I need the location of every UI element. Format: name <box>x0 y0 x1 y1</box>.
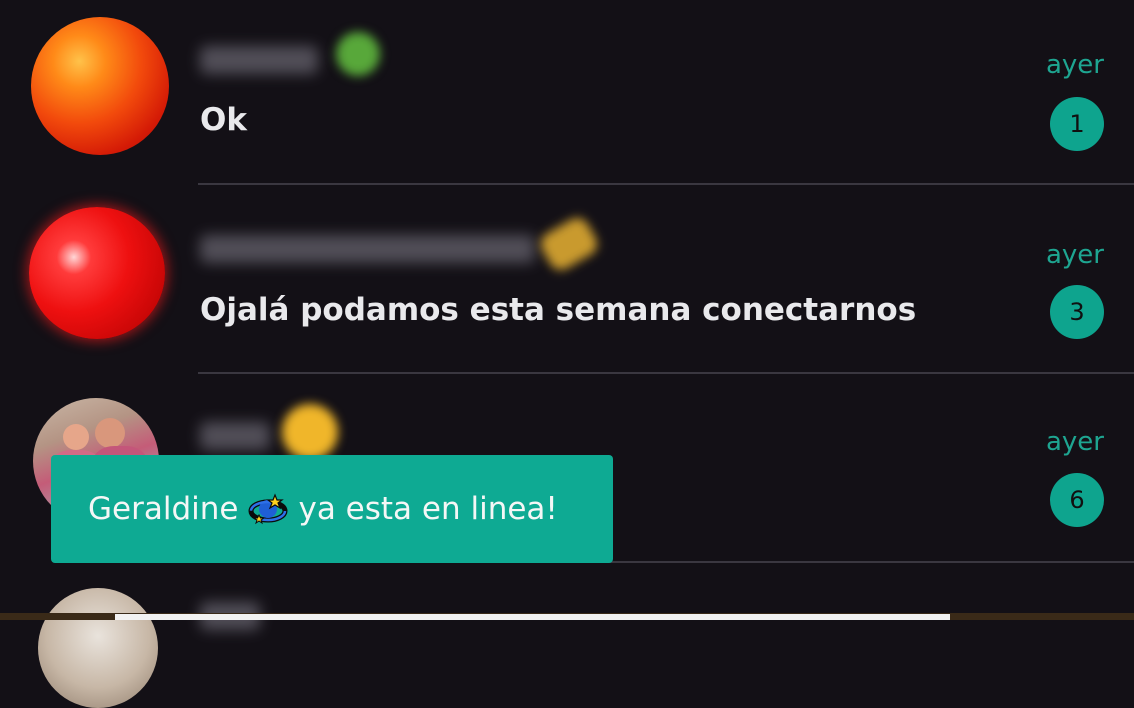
contact-avatar[interactable] <box>29 207 165 339</box>
contact-avatar[interactable] <box>31 17 169 155</box>
name-emoji-icon <box>536 213 602 275</box>
message-time: ayer <box>1045 240 1104 270</box>
last-message: Ok <box>200 102 247 138</box>
divider <box>198 372 1134 374</box>
message-time: ayer <box>1045 50 1104 80</box>
dizzy-planet-icon <box>248 493 288 525</box>
unread-badge: 3 <box>1050 285 1104 339</box>
toast-message: ya esta en linea! <box>298 491 558 527</box>
bottom-edge-highlight <box>115 614 950 620</box>
chat-list: Ok ayer 1 Ojalá podamos esta semana cone… <box>0 0 1134 708</box>
name-emoji-icon <box>282 404 338 460</box>
photo-person <box>63 424 89 450</box>
online-toast[interactable]: Geraldine ya esta en linea! <box>51 455 613 563</box>
unread-badge: 6 <box>1050 473 1104 527</box>
chat-item[interactable]: Ok ayer 1 <box>0 0 1134 188</box>
photo-person <box>95 418 125 448</box>
last-message: Ojalá podamos esta semana conectarnos <box>200 292 917 328</box>
contact-name-blurred <box>200 422 270 450</box>
message-time: ayer <box>1045 427 1104 457</box>
toast-contact-name: Geraldine <box>88 491 239 527</box>
name-emoji-icon <box>336 32 380 76</box>
contact-name-blurred <box>200 235 535 263</box>
chat-item[interactable]: Ojalá podamos esta semana conectarnos ay… <box>0 188 1134 376</box>
divider <box>198 183 1134 185</box>
contact-avatar[interactable] <box>38 588 158 708</box>
contact-name-blurred <box>200 46 318 74</box>
unread-badge: 1 <box>1050 97 1104 151</box>
